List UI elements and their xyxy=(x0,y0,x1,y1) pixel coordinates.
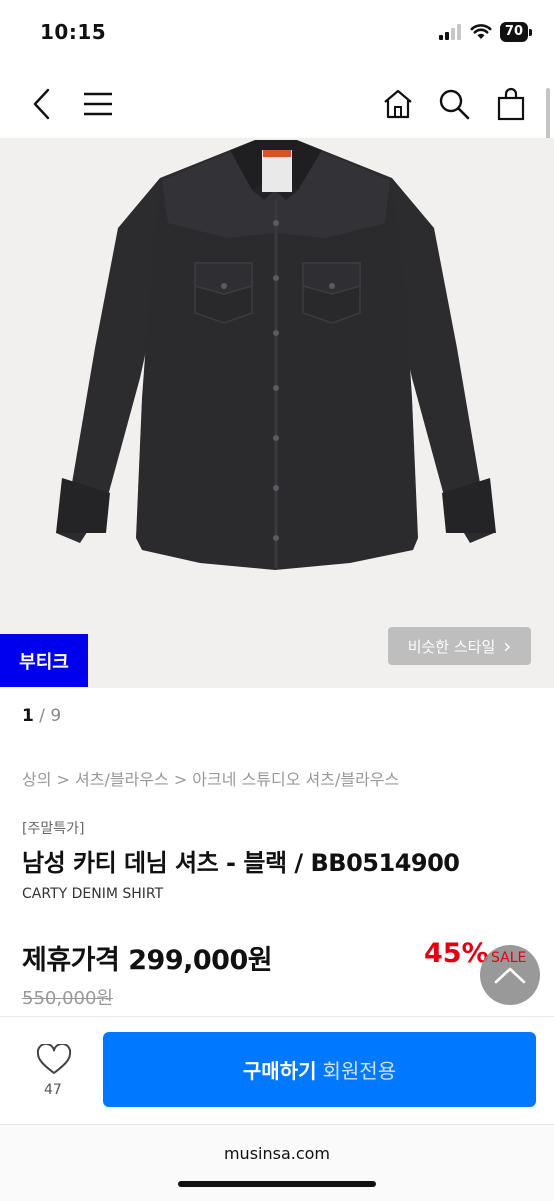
status-time: 10:15 xyxy=(40,20,107,44)
heart-icon xyxy=(36,1044,72,1074)
buy-button[interactable]: 구매하기 회원전용 xyxy=(103,1032,536,1107)
search-icon xyxy=(439,89,470,120)
buy-button-label: 구매하기 xyxy=(242,1059,317,1083)
pager-total: / 9 xyxy=(39,706,62,726)
like-button[interactable] xyxy=(32,1040,76,1080)
back-button[interactable] xyxy=(22,84,62,124)
product-subtitle: CARTY DENIM SHIRT xyxy=(22,886,164,902)
image-pager: 1 / 9 xyxy=(22,706,61,726)
pager-current: 1 xyxy=(22,706,34,726)
discount-rate: 45% xyxy=(424,938,489,969)
like-count: 47 xyxy=(44,1082,62,1098)
url-text[interactable]: musinsa.com xyxy=(0,1144,554,1163)
home-button[interactable] xyxy=(378,84,418,124)
menu-icon xyxy=(84,92,112,116)
chevron-up-icon xyxy=(494,967,526,984)
battery-tip xyxy=(529,28,532,36)
similar-style-label: 비슷한 스타일 xyxy=(407,637,496,656)
boutique-badge[interactable]: 부티크 xyxy=(0,634,88,687)
menu-button[interactable] xyxy=(78,84,118,124)
promo-tag: [주말특가] xyxy=(22,821,85,837)
home-indicator[interactable] xyxy=(178,1181,376,1187)
product-title: 남성 카티 데님 셔츠 - 블랙 / BB0514900 xyxy=(22,849,460,877)
wifi-icon xyxy=(470,24,492,39)
original-price: 550,000원 xyxy=(22,988,113,1009)
breadcrumb[interactable]: 상의 > 셔츠/블라우스 > 아크네 스튜디오 셔츠/블라우스 xyxy=(22,766,399,790)
members-only-label: 회원전용 xyxy=(322,1059,397,1083)
partner-price: 제휴가격 299,000원 xyxy=(22,945,273,976)
battery-icon: 70 xyxy=(499,22,528,42)
status-icons: 70 xyxy=(438,22,532,42)
cart-button[interactable] xyxy=(491,84,531,124)
top-nav xyxy=(0,72,554,136)
back-icon xyxy=(33,88,50,120)
similar-style-button[interactable]: 비슷한 스타일 › xyxy=(388,627,531,665)
bag-icon xyxy=(497,87,525,121)
product-image[interactable] xyxy=(0,138,554,688)
signal-icon xyxy=(438,24,461,40)
shirt-image xyxy=(56,140,496,570)
chevron-right-icon: › xyxy=(503,634,512,658)
search-button[interactable] xyxy=(434,84,474,124)
home-icon xyxy=(384,89,412,119)
sale-label: SALE xyxy=(491,950,527,966)
